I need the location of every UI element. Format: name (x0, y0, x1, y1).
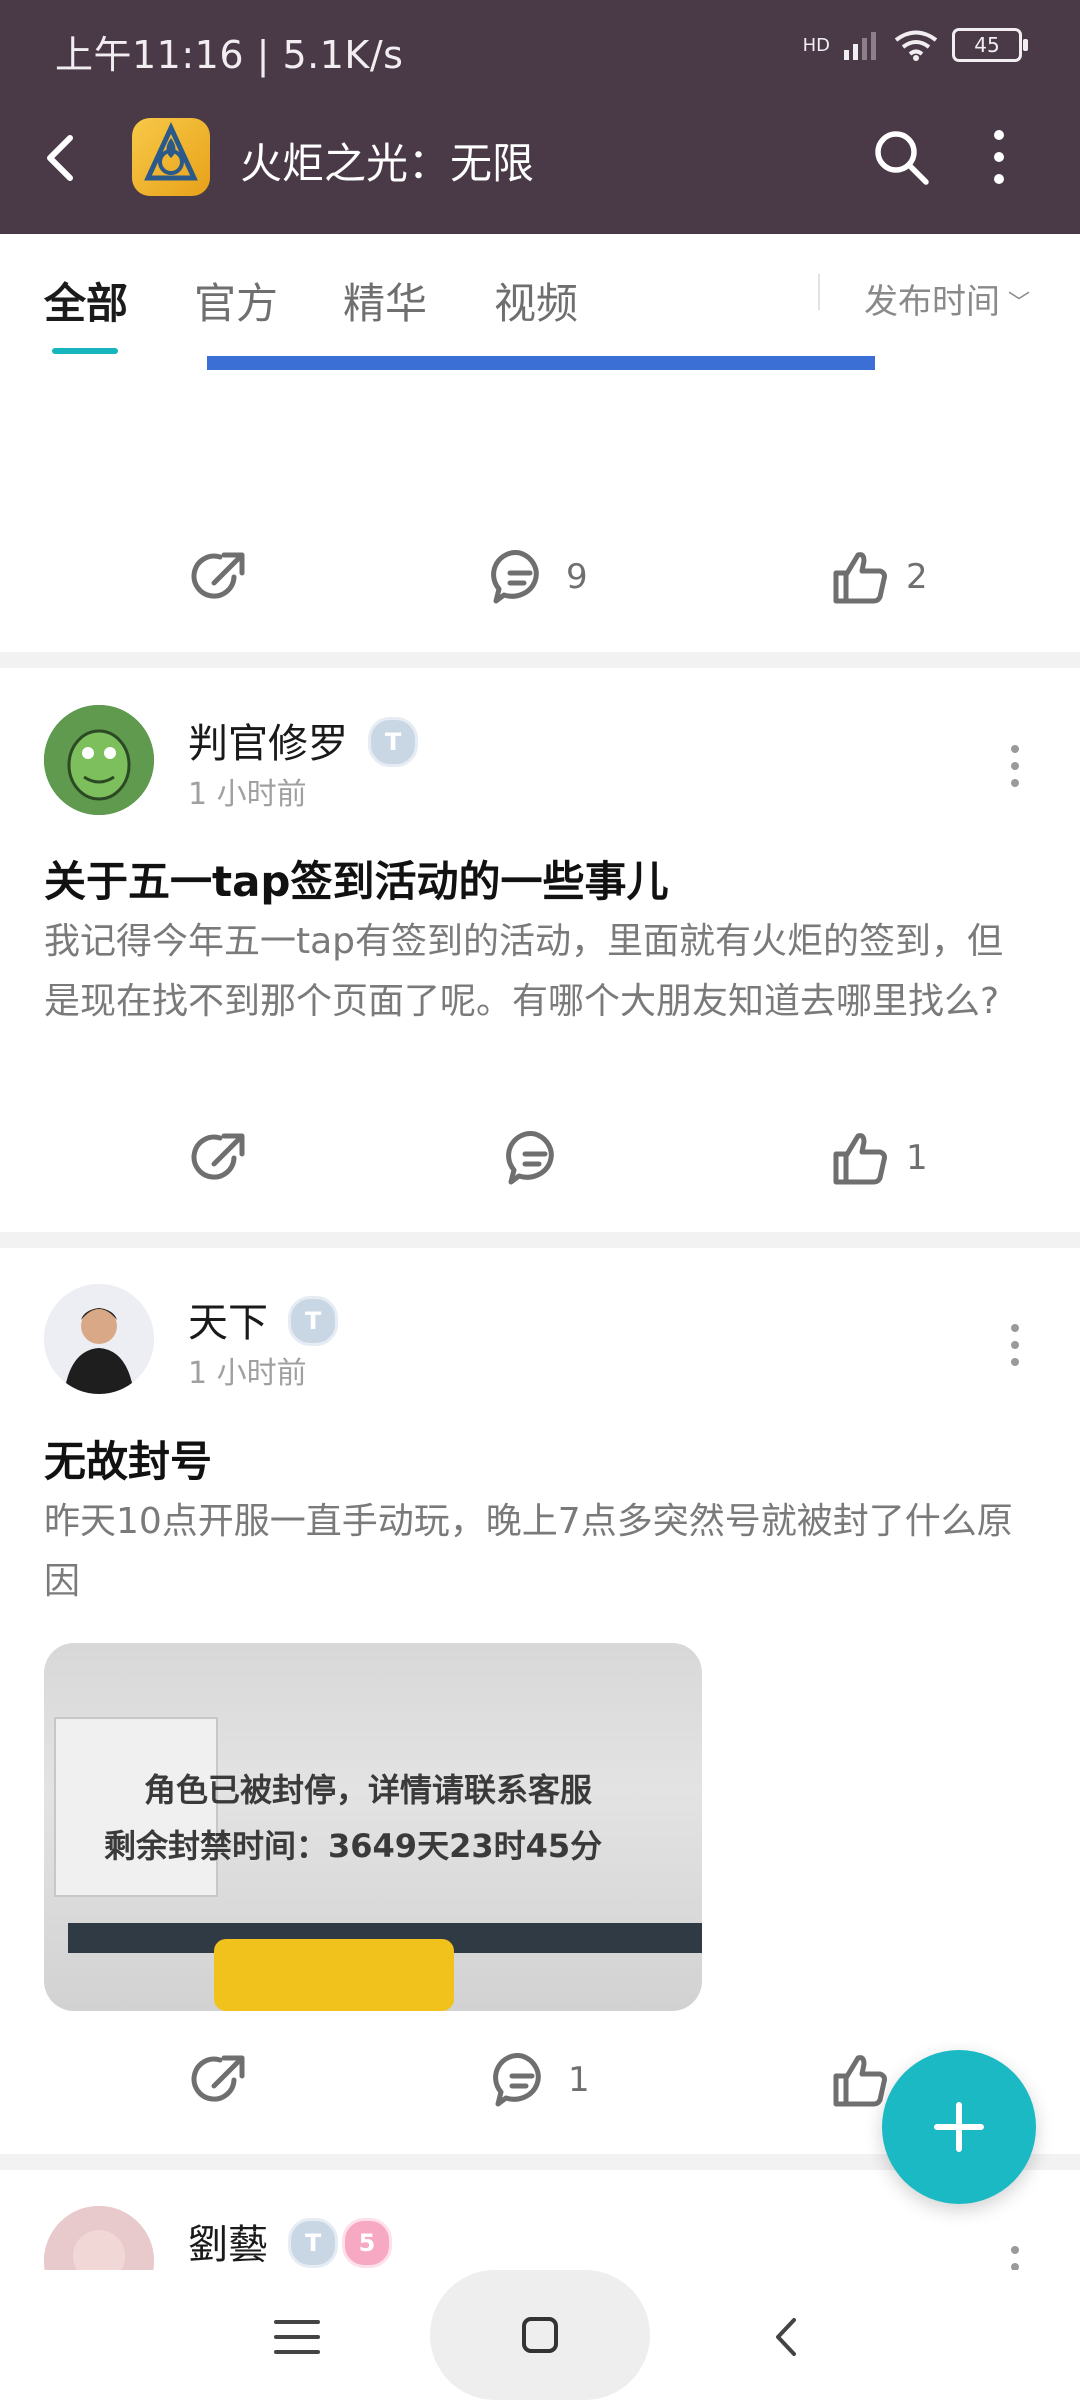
tab-all[interactable]: 全部 (44, 270, 128, 331)
comment-button[interactable] (505, 1128, 581, 1188)
tab-official[interactable]: 官方 (194, 270, 278, 331)
share-icon (191, 2055, 245, 2102)
network-label: HD (802, 34, 830, 56)
create-post-button[interactable] (882, 2050, 1036, 2204)
status-icons: HD 45 (802, 28, 1028, 62)
image-text-line: 角色已被封停，详情请联系客服 (144, 1771, 593, 1809)
share-button[interactable] (190, 2050, 250, 2110)
top-app-bar: 上午11:16 | 5.1K/s HD 45 火炬之光：无限 (0, 0, 1080, 234)
author-name[interactable]: 天下 (188, 1290, 268, 1348)
previous-post-image[interactable] (207, 356, 875, 370)
menu-icon[interactable] (270, 2310, 324, 2364)
tab-divider (818, 274, 820, 310)
image-text-line: 剩余封禁时间：3649天23时45分 (104, 1827, 603, 1865)
post-image[interactable]: 角色已被封停，详情请联系客服 剩余封禁时间：3649天23时45分 (44, 1643, 702, 2011)
share-icon (191, 1133, 245, 1180)
like-count: 1 (906, 1138, 928, 1178)
post-actions: 1 (0, 1116, 1080, 1206)
status-bar: 上午11:16 | 5.1K/s HD 45 (0, 0, 1080, 100)
home-square-icon (522, 2317, 558, 2353)
user-badge: T (288, 1296, 338, 1346)
tab-video[interactable]: 视频 (494, 270, 578, 331)
like-count: 2 (906, 557, 928, 597)
like-button[interactable]: 2 (830, 547, 928, 607)
share-icon (191, 552, 245, 599)
back-arrow-icon[interactable] (36, 130, 92, 186)
search-icon[interactable] (870, 126, 932, 188)
chevron-down-icon: ﹀ (1008, 291, 1031, 316)
thumbs-up-icon (833, 2055, 887, 2107)
level-badge: 5 (342, 2218, 392, 2268)
thumbs-up-icon (833, 1133, 887, 1185)
comment-button[interactable]: 9 (490, 547, 588, 607)
game-logo (132, 118, 210, 196)
user-badge: T (368, 717, 418, 767)
comment-icon (506, 1131, 554, 1185)
comment-button[interactable]: 1 (492, 2050, 590, 2110)
wifi-icon (894, 30, 938, 61)
user-badge: T (288, 2218, 338, 2268)
plus-icon (934, 2102, 984, 2152)
tab-bar: 全部 官方 精华 视频 发布时间 ﹀ (0, 234, 1080, 362)
post-actions: 9 2 (0, 535, 1080, 625)
home-button[interactable] (430, 2270, 650, 2400)
comment-count: 9 (566, 557, 588, 597)
back-icon[interactable] (760, 2310, 814, 2364)
more-vertical-icon[interactable] (1000, 1320, 1030, 1370)
sort-dropdown[interactable]: 发布时间 ﹀ (864, 274, 1030, 323)
comment-icon (493, 2053, 541, 2107)
header: 火炬之光：无限 (0, 100, 1080, 234)
comment-icon (491, 550, 539, 604)
image-button-shape (214, 1939, 454, 2011)
thumbs-up-icon (833, 552, 887, 604)
status-time: 上午11:16 | 5.1K/s (55, 33, 404, 77)
signal-icon (844, 32, 876, 60)
page-title: 火炬之光：无限 (240, 139, 535, 188)
more-vertical-icon[interactable] (1000, 2242, 1030, 2270)
more-vertical-icon[interactable] (984, 126, 1014, 188)
author-name[interactable]: 劉藝 (188, 2212, 268, 2270)
system-nav-bar (0, 2270, 1080, 2400)
active-tab-indicator (52, 348, 118, 354)
post-title[interactable]: 关于五一tap签到活动的一些事儿 (44, 848, 668, 909)
post-time: 1 小时前 (188, 1356, 307, 1391)
divider (0, 1232, 1080, 1248)
post-author-row: 劉藝 T 5 (0, 2206, 1080, 2270)
post-author-row: 判官修罗 T 1 小时前 (0, 705, 1080, 825)
avatar[interactable] (44, 1284, 154, 1394)
share-button[interactable] (190, 547, 250, 607)
post-time: 1 小时前 (188, 777, 307, 812)
battery-indicator: 45 (952, 28, 1028, 62)
post-body[interactable]: 昨天10点开服一直手动玩，晚上7点多突然号就被封了什么原因 (44, 1492, 1034, 1612)
post-author-row: 天下 T 1 小时前 (0, 1284, 1080, 1404)
like-button[interactable]: 1 (830, 1128, 928, 1188)
sort-label: 发布时间 (864, 282, 1000, 322)
tab-featured[interactable]: 精华 (343, 270, 427, 331)
avatar[interactable] (44, 2206, 154, 2270)
divider (0, 652, 1080, 668)
comment-count: 1 (568, 2060, 590, 2100)
post-body[interactable]: 我记得今年五一tap有签到的活动，里面就有火炬的签到，但是现在找不到那个页面了呢… (44, 912, 1034, 1032)
post-title[interactable]: 无故封号 (44, 1428, 212, 1489)
author-name[interactable]: 判官修罗 (188, 711, 348, 769)
share-button[interactable] (190, 1128, 250, 1188)
more-vertical-icon[interactable] (1000, 741, 1030, 791)
avatar[interactable] (44, 705, 154, 815)
